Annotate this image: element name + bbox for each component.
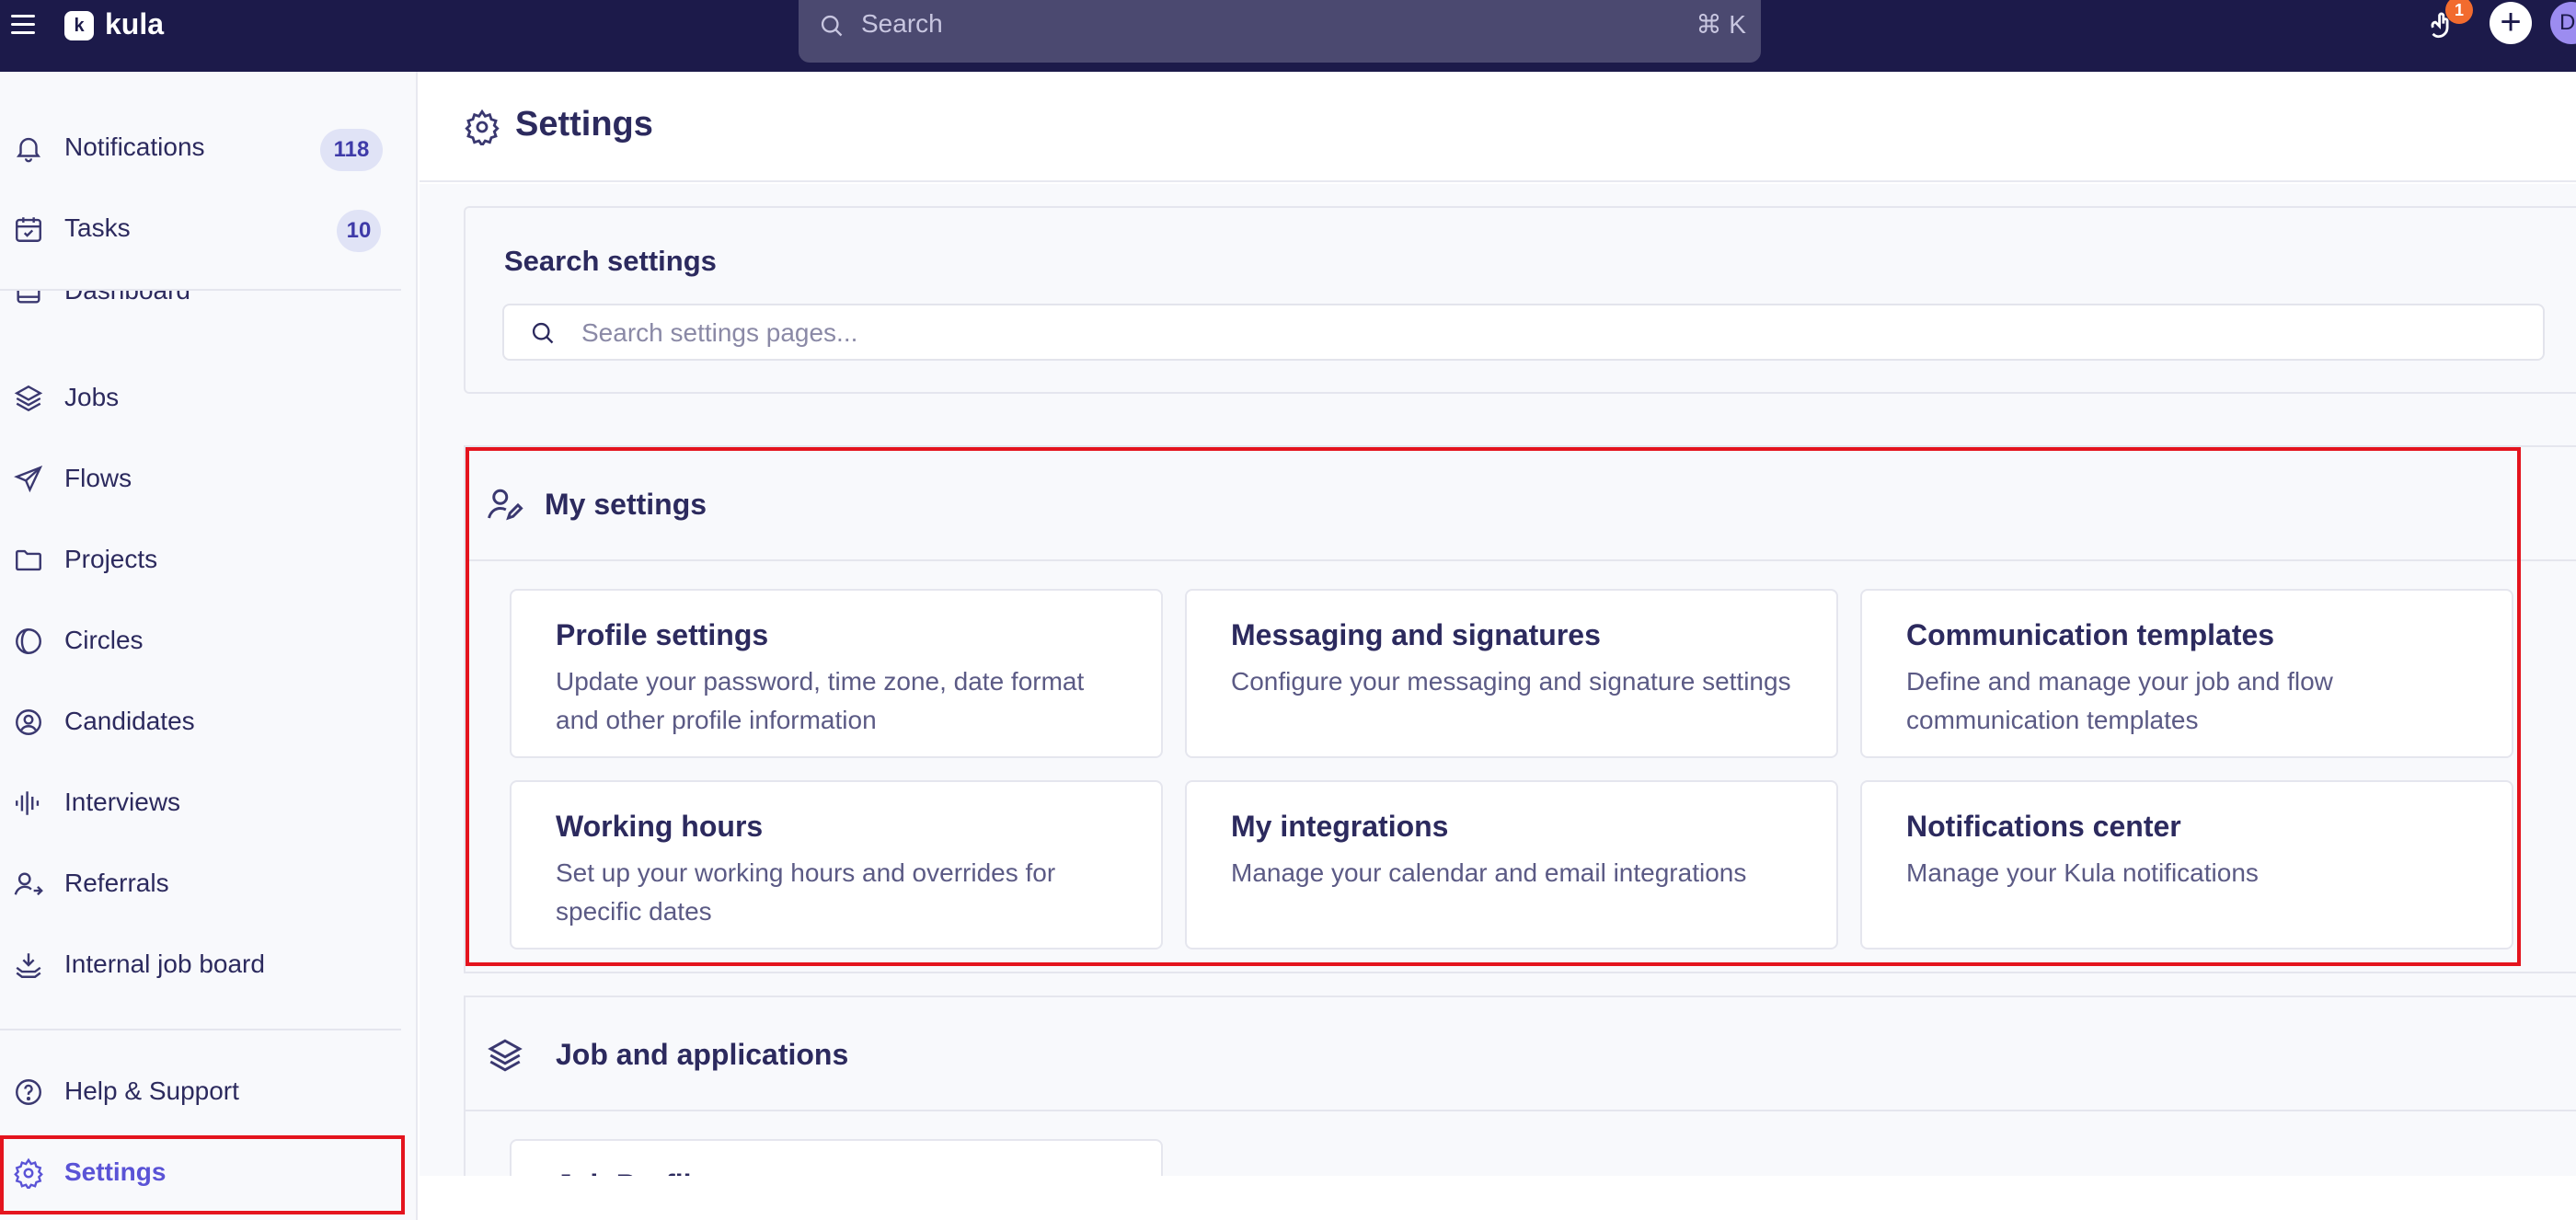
- send-icon: [14, 466, 43, 493]
- help-circle-icon: [16, 1079, 41, 1105]
- search-placeholder: Search: [861, 9, 943, 38]
- folder-icon: [16, 549, 41, 571]
- circles-icon: [16, 628, 41, 654]
- top-bar: k kula Search ⌘ K 1 + D: [0, 0, 2576, 72]
- user-circle-icon: [16, 709, 41, 735]
- sidebar-item-label: Internal job board: [64, 950, 265, 978]
- sidebar-item-tasks[interactable]: Tasks 10: [0, 201, 418, 256]
- sidebar-item-flows[interactable]: Flows: [0, 451, 418, 506]
- search-settings-title: Search settings: [504, 245, 717, 277]
- my-settings-highlight-box: [466, 447, 2521, 966]
- search-settings-placeholder: Search settings pages...: [581, 318, 858, 347]
- settings-highlight-box: [0, 1135, 405, 1214]
- notifications-count-badge: 118: [320, 129, 383, 171]
- sidebar-divider: [0, 1029, 401, 1030]
- notification-badge: 1: [2445, 0, 2473, 24]
- audio-wave-icon: [16, 791, 40, 815]
- sidebar-item-label: Candidates: [64, 707, 195, 735]
- sidebar-item-referrals[interactable]: Referrals: [0, 856, 418, 911]
- search-shortcut: ⌘ K: [1696, 10, 1746, 39]
- sidebar-item-label: Dashboard: [64, 291, 190, 305]
- sidebar-item-notifications[interactable]: Notifications 118: [0, 120, 418, 175]
- create-plus-button[interactable]: +: [2490, 2, 2532, 44]
- app-name: kula: [105, 7, 165, 40]
- sidebar-item-label: Flows: [64, 464, 132, 492]
- sidebar-item-label: Tasks: [64, 213, 131, 242]
- search-icon: [821, 15, 843, 37]
- search-icon: [532, 322, 554, 344]
- sidebar-item-label: Jobs: [64, 383, 120, 411]
- sidebar-item-label: Circles: [64, 626, 144, 654]
- user-arrow-icon: [14, 872, 43, 896]
- sidebar-item-interviews[interactable]: Interviews: [0, 775, 418, 830]
- inbox-download-icon: [16, 953, 41, 978]
- sidebar-item-projects[interactable]: Projects: [0, 532, 418, 587]
- job-applications-title: Job and applications: [556, 1038, 849, 1071]
- hamburger-menu-icon[interactable]: [11, 15, 35, 35]
- bell-icon: [16, 137, 41, 163]
- sidebar-item-circles[interactable]: Circles: [0, 613, 418, 668]
- dashboard-icon: [17, 291, 40, 304]
- sidebar-item-label: Notifications: [64, 132, 205, 161]
- sidebar-item-help-support[interactable]: Help & Support: [0, 1064, 418, 1119]
- sidebar-item-dashboard[interactable]: Dashboard: [0, 291, 418, 318]
- page-title: Settings: [515, 105, 653, 144]
- sidebar-item-label: Help & Support: [64, 1076, 239, 1105]
- search-settings-input[interactable]: Search settings pages...: [502, 304, 2545, 361]
- calendar-check-icon: [16, 217, 41, 242]
- global-search-input[interactable]: Search ⌘ K: [799, 0, 1761, 63]
- gear-icon: [465, 109, 500, 145]
- sidebar-item-candidates[interactable]: Candidates: [0, 694, 418, 749]
- sidebar-item-internal-job-board[interactable]: Internal job board: [0, 937, 418, 992]
- sidebar-item-jobs[interactable]: Jobs: [0, 370, 418, 425]
- search-settings-card: Search settings: [464, 206, 2576, 394]
- job-applications-header: Job and applications: [466, 997, 2576, 1111]
- user-avatar[interactable]: D: [2550, 2, 2576, 44]
- page-header: Settings: [420, 72, 2576, 182]
- kula-logo-icon: k: [64, 11, 94, 40]
- sidebar-item-label: Interviews: [64, 788, 181, 816]
- scroll-fade: [420, 1176, 2576, 1220]
- sidebar: Notifications 118 Tasks 10 Dashboard Job…: [0, 72, 418, 1220]
- layers-icon: [14, 385, 43, 412]
- layers-icon: [488, 1039, 523, 1072]
- sidebar-item-label: Projects: [64, 545, 158, 573]
- tasks-count-badge: 10: [337, 210, 381, 252]
- sidebar-item-label: Referrals: [64, 869, 169, 897]
